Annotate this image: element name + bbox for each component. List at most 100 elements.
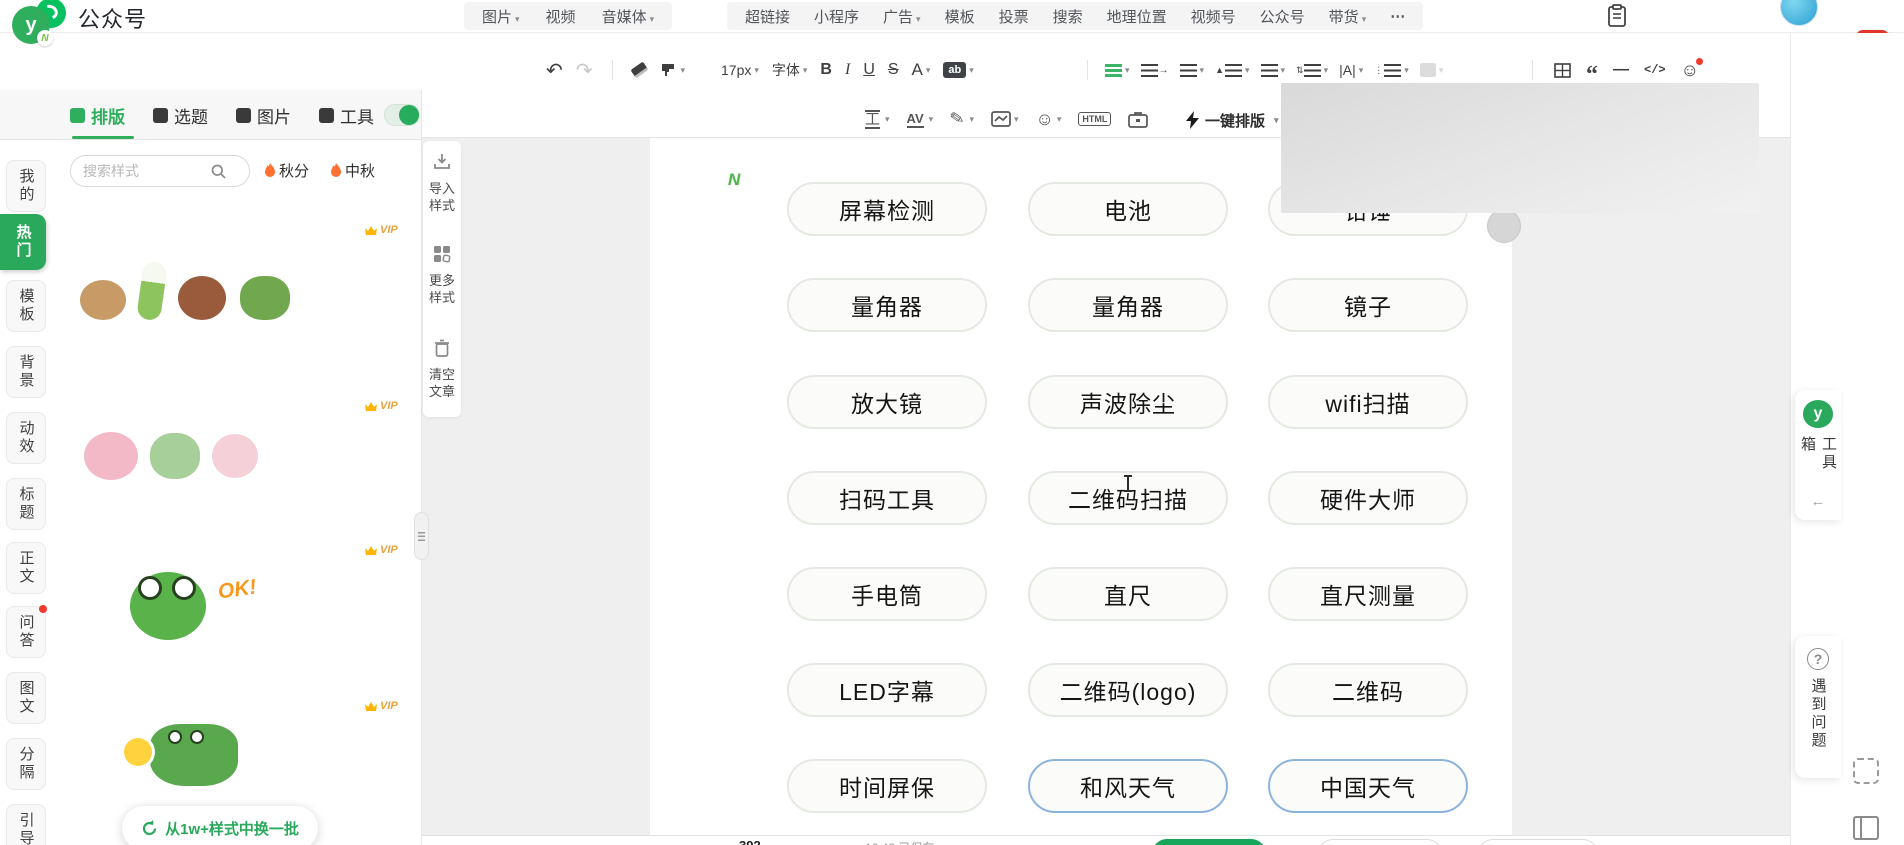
sidebar-item-imagetext[interactable]: 图文 [6,672,46,724]
sidebar-item-template[interactable]: 模板 [6,280,46,332]
clipboard-icon[interactable] [1606,4,1628,28]
menu-vote[interactable]: 投票 [999,6,1029,27]
toolbox-widget[interactable]: y 工具箱 ← [1795,390,1841,520]
help-widget[interactable]: ? 遇到问题 [1795,636,1841,778]
article-canvas[interactable]: N 屏幕检测 电池 铅锤 量角器 量角器 镜子 放大镜 声波除尘 wifi扫描 … [650,138,1512,835]
sidebar-item-qa[interactable]: 问答 [6,605,47,658]
sidebar-item-mine[interactable]: 我的 [6,160,46,212]
menu-commerce[interactable]: 带货 ▾ [1329,6,1367,27]
menu-more[interactable]: ⋯ [1390,7,1405,25]
align-top-icon[interactable]: ▲ ▾ [1215,63,1250,77]
table-icon[interactable] [1554,62,1571,78]
sticker-thumbnail-row[interactable] [80,260,290,322]
sticker-thumbnail-row[interactable] [124,718,304,798]
magic-pen-icon[interactable]: ✎ [949,108,967,130]
more-styles-button[interactable]: 更多样式 [423,245,461,306]
primary-action-button[interactable] [1152,839,1266,845]
menu-hyperlink[interactable]: 超链接 [745,6,790,27]
sidebar-item-guide[interactable]: 引导 [6,804,46,845]
menu-ad[interactable]: 广告 ▾ [883,6,921,27]
font-family-select[interactable]: 字体 ▾ [772,60,808,80]
secondary-action-button[interactable] [1478,839,1598,845]
tool-pill[interactable]: 镜子 [1268,278,1468,332]
tool-pill[interactable]: 中国天气 [1268,759,1468,813]
cjk-spacing-icon[interactable]: 工 [865,109,881,129]
sidebar-item-divider[interactable]: 分隔 [6,738,46,790]
screenshot-icon[interactable] [1853,758,1879,784]
underline-button[interactable]: U [863,61,875,79]
sidebar-item-hot[interactable]: 热门 [0,214,46,270]
letter-spacing-icon[interactable]: |A| ▾ [1339,62,1363,78]
tool-pill[interactable]: 直尺测量 [1268,567,1468,621]
style-search-box[interactable] [70,155,250,187]
one-click-layout-button[interactable]: 一键排版 ▾ [1186,103,1279,137]
code-icon[interactable]: </> [1644,63,1666,77]
undo-icon[interactable]: ↶ [546,58,563,83]
indent-left-icon[interactable]: ▾ [1179,63,1204,77]
sticker-thumbnail-row[interactable] [84,432,258,480]
hot-tag-autumn[interactable]: 秋分 [264,160,309,181]
sidebar-item-background[interactable]: 背景 [6,346,46,398]
toolbox-briefcase-icon[interactable] [1128,111,1149,128]
horizontal-rule-icon[interactable]: — [1613,61,1629,79]
sidebar-panel-icon[interactable] [1853,816,1879,840]
sidebar-item-heading[interactable]: 标题 [6,478,46,530]
tool-pill[interactable]: 量角器 [1028,278,1228,332]
plugin-toggle[interactable] [384,104,420,126]
panel-resize-handle[interactable] [414,512,429,560]
menu-location[interactable]: 地理位置 [1107,6,1167,27]
clear-article-button[interactable]: 清空文章 [423,339,461,400]
highlight-button[interactable]: ab ▾ [943,62,974,78]
menu-official-account[interactable]: 公众号 [1260,6,1305,27]
style-lines-icon[interactable]: ▾ [1105,63,1130,77]
redo-icon[interactable]: ↷ [576,58,593,83]
eraser-icon[interactable] [630,61,649,79]
tool-pill[interactable]: 二维码 [1268,663,1468,717]
tool-pill[interactable]: 和风天气 [1028,759,1228,813]
indent-right-icon[interactable]: → [1140,63,1169,77]
word-spacing-icon[interactable]: AV [906,111,924,128]
menu-search[interactable]: 搜索 [1053,6,1083,27]
menu-image[interactable]: 图片 ▾ [482,6,520,27]
blockquote-icon[interactable]: “ [1586,60,1598,87]
user-avatar[interactable] [1780,0,1818,26]
font-color-button[interactable]: A ▾ [912,60,931,80]
emoji-icon[interactable]: ☺ [1681,58,1703,79]
yiban-logo[interactable]: yN [12,6,53,46]
menu-video[interactable]: 视频 [546,6,576,27]
tab-topics[interactable]: 选题 [153,103,208,128]
tool-pill[interactable]: 电池 [1028,182,1228,236]
tool-pill[interactable]: 时间屏保 [787,759,987,813]
menu-audio-media[interactable]: 音媒体 ▾ [602,6,655,27]
tab-images[interactable]: 图片 [236,103,291,128]
html-source-icon[interactable]: HTML [1078,112,1112,126]
strikethrough-button[interactable]: S [888,61,899,79]
search-input[interactable] [83,163,203,179]
sidebar-item-animation[interactable]: 动效 [6,412,46,464]
hot-tag-midautumn[interactable]: 中秋 [330,160,375,181]
chart-image-icon[interactable]: ▾ [991,111,1019,127]
tool-pill[interactable]: 扫码工具 [787,471,987,525]
shuffle-styles-button[interactable]: 从1w+样式中换一批 [122,806,318,845]
tool-pill[interactable]: 放大镜 [787,375,987,429]
bold-button[interactable]: B [820,61,832,79]
tool-pill[interactable]: 屏幕检测 [787,182,987,236]
tool-pill[interactable]: 二维码(logo) [1028,663,1228,717]
font-size-select[interactable]: 17px ▾ [721,62,759,78]
format-painter-icon[interactable]: ▾ [660,62,685,78]
list-icon[interactable]: ⋮ ▾ [1374,63,1409,77]
tool-pill[interactable]: 量角器 [787,278,987,332]
tool-pill[interactable]: 硬件大师 [1268,471,1468,525]
secondary-action-button[interactable] [1318,839,1442,845]
tool-pill[interactable]: 手电筒 [787,567,987,621]
menu-miniprogram[interactable]: 小程序 [814,6,859,27]
line-height-icon[interactable]: ⇅ ▾ [1296,63,1328,77]
tool-pill[interactable]: 声波除尘 [1028,375,1228,429]
menu-template[interactable]: 模板 [945,6,975,27]
collapse-arrow-icon[interactable]: ← [1811,493,1826,510]
floating-circle-button[interactable] [1487,209,1521,243]
align-justify-icon[interactable]: ▾ [1260,63,1285,77]
sidebar-item-body[interactable]: 正文 [6,542,46,594]
tab-layout[interactable]: 排版 [70,103,125,128]
tab-tools[interactable]: 工具 [319,103,374,128]
